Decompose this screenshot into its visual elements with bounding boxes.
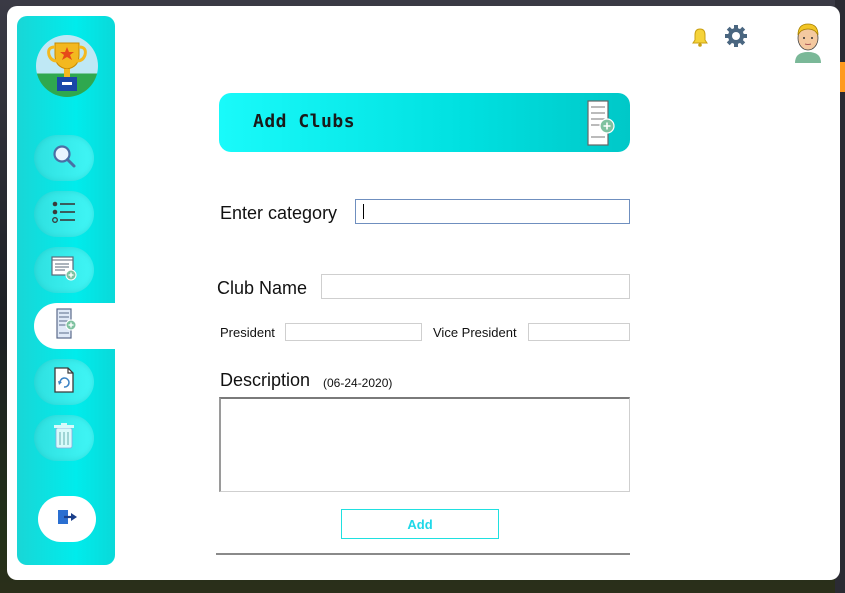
vice-president-label: Vice President <box>433 325 517 340</box>
list-icon <box>51 200 77 229</box>
club-add-icon <box>586 99 616 152</box>
text-caret <box>363 204 364 219</box>
sidebar-item-list[interactable] <box>34 191 94 237</box>
refresh-doc-icon <box>52 366 76 399</box>
add-clubs-header: Add Clubs <box>219 93 630 152</box>
club-name-input[interactable] <box>321 274 630 299</box>
divider <box>216 553 630 555</box>
search-icon <box>51 143 77 174</box>
app-window: Add Clubs Enter category Club Name Presi… <box>7 6 840 580</box>
club-add-icon <box>55 307 77 345</box>
sidebar-item-search[interactable] <box>34 135 94 181</box>
add-button[interactable]: Add <box>341 509 499 539</box>
notes-add-icon <box>50 254 78 287</box>
user-avatar[interactable] <box>792 21 824 63</box>
club-name-label: Club Name <box>217 278 308 298</box>
president-label: President <box>220 325 275 340</box>
description-label: Description <box>220 370 311 390</box>
sidebar <box>17 16 115 565</box>
logout-button[interactable] <box>38 496 96 542</box>
gear-icon[interactable] <box>724 24 748 48</box>
category-input[interactable] <box>355 199 630 224</box>
sidebar-item-delete[interactable] <box>34 415 94 461</box>
category-label: Enter category <box>220 203 338 223</box>
description-textarea[interactable] <box>219 397 630 492</box>
trash-icon <box>53 422 75 454</box>
vice-president-input[interactable] <box>528 323 630 341</box>
sidebar-item-notes[interactable] <box>34 247 94 293</box>
trophy-logo-icon <box>36 35 98 97</box>
president-input[interactable] <box>285 323 422 341</box>
page-title: Add Clubs <box>253 111 356 132</box>
sidebar-item-update[interactable] <box>34 359 94 405</box>
sidebar-item-add-club[interactable] <box>34 303 115 349</box>
bell-icon[interactable] <box>689 26 711 48</box>
description-date: (06-24-2020) <box>323 376 393 390</box>
logout-icon <box>56 508 78 531</box>
